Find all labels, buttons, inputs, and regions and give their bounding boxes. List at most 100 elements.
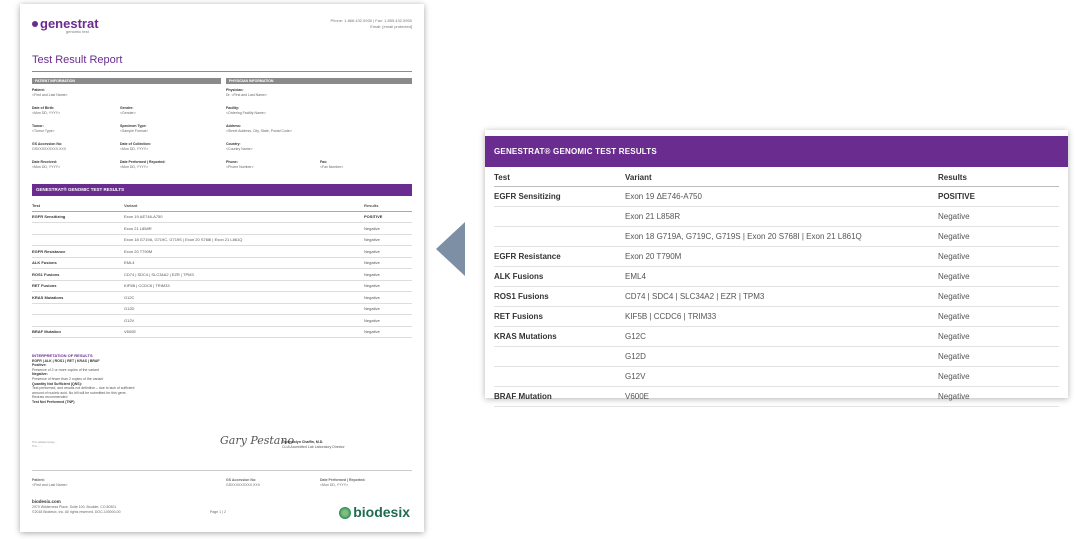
cell-result: Negative [364, 329, 380, 335]
report-page: genestrat genomic test Phone: 1.866.432.… [20, 4, 424, 532]
interpretation-block: INTERPRETATION OF RESULTS EGFR | ALK | R… [32, 353, 232, 405]
table-row: BRAF Mutation V600E Negative [494, 387, 1059, 407]
signer-title: CLIA Accredited Lab Laboratory Director [282, 445, 345, 449]
cell-variant: G12V [625, 372, 646, 381]
physician-field: Facility: <Ordering Facility Name> [226, 106, 266, 115]
cell-variant: Exon 18 G719A, G719C, G719S | Exon 20 S7… [625, 232, 862, 241]
physician-field: Fax: <Fax Number> [320, 160, 344, 169]
cell-result: Negative [364, 317, 380, 323]
cell-test: ALK Fusions [494, 272, 544, 281]
footer-field: Patient: <First and Last Name> [32, 478, 68, 487]
results-table-header: Test Variant Results [494, 168, 1059, 187]
fine-print-line: This ... ... [32, 445, 43, 448]
table-row: EGFR Sensitizing Exon 19 ΔE746-A750 POSITI… [494, 187, 1059, 207]
patient-field: Date Received: <Mon DD, YYYY> [32, 160, 61, 169]
cell-variant: Exon 21 L858R [124, 225, 152, 231]
cell-result: Negative [364, 294, 380, 300]
results-card: GENESTRAT® GENOMIC TEST RESULTS Test Var… [485, 130, 1068, 407]
patient-field: Date Performed | Reported: <Mon DD, YYYY> [120, 160, 166, 169]
website-link[interactable]: biodesix.com [32, 499, 61, 504]
column-header-results: Results [938, 172, 967, 182]
biodesix-logo: biodesix [339, 504, 410, 520]
cell-variant: G12V [124, 317, 135, 323]
patient-field: Specimen Type: <Sample Format> [120, 124, 149, 133]
biodesix-leaf-icon [339, 507, 352, 520]
physician-field: Country: <Country Name> [226, 142, 253, 151]
column-header-test: Test [494, 172, 510, 182]
table-row: G12D Negative [494, 347, 1059, 367]
table-row: Exon 21 L858R Negative [494, 207, 1059, 227]
cell-variant: Exon 21 L858R [625, 212, 681, 221]
cell-result: Negative [364, 306, 380, 312]
table-row: BRAF Mutation V600E Negative [32, 327, 412, 338]
signer-block: Gwendolyn Chaffin, M.D. CLIA Accredited … [282, 440, 345, 450]
logo-text: biodesix [353, 504, 410, 520]
table-row: EGFR Resistance Exon 20 T790M Negative [494, 247, 1059, 267]
cell-result: Negative [938, 332, 970, 341]
table-row: ROS1 Fusions CD74 | SDC4 | SLC34A2 | EZR … [32, 269, 412, 281]
contact-email: Email: [email protected] [370, 24, 412, 29]
cell-result: Negative [364, 283, 380, 289]
patient-field: Tumor: <Tumor Type> [32, 124, 55, 133]
cell-test: EGFR Sensitizing [32, 214, 66, 220]
cell-result: Negative [364, 248, 380, 254]
genestrat-dot-icon [32, 20, 38, 27]
cell-test: ROS1 Fusions [494, 292, 549, 301]
results-table: Test Variant Results EGFR Sensitizing Exo… [494, 168, 1059, 407]
mini-table-header: Test Variant Results [32, 200, 412, 212]
address-line: 2970 Wilderness Place, Suite 100, Boulde… [32, 505, 117, 509]
cell-variant: CD74 | SDC4 | SLC34A2 | EZR | TPM3 [625, 292, 765, 301]
cell-test: KRAS Mutations [32, 294, 64, 300]
table-row: Exon 21 L858R Negative [32, 223, 412, 235]
table-row: Exon 18 G719A, G719C, G719S | Exon 20 S7… [494, 227, 1059, 247]
cell-test: EGFR Resistance [494, 252, 561, 261]
cell-variant: CD74 | SDC4 | SLC34A2 | EZR | TPM3 [124, 271, 194, 277]
cell-variant: V600E [124, 329, 137, 335]
interpretation-line: Test Not Performed (TNP) [32, 399, 75, 404]
patient-field: GS Accession No: GSXXXXXXXXX.XXX [32, 142, 67, 151]
cell-variant: Exon 19 ΔE746-A750 [625, 192, 702, 201]
cell-result: POSITIVE [938, 192, 975, 201]
cell-variant: Exon 20 T790M [124, 248, 153, 254]
table-row: ALK Fusions EML4 Negative [494, 267, 1059, 287]
cell-test: ROS1 Fusions [32, 271, 60, 277]
cell-variant: V600E [625, 392, 650, 401]
footer-divider [32, 470, 412, 471]
copyright: ©2018 Biodesix, Inc. All rights reserved… [32, 510, 121, 514]
cell-test: EGFR Resistance [32, 248, 66, 254]
table-row: Exon 18 G719A, G719C, G719S | Exon 20 S7… [32, 235, 412, 246]
cell-variant: G12D [124, 306, 135, 312]
left-arrow-icon [436, 222, 465, 276]
table-row: KRAS Mutations G12C Negative [32, 292, 412, 304]
cell-variant: EML4 [124, 260, 135, 266]
cell-test: ALK Fusions [32, 260, 57, 266]
cell-result: Negative [364, 225, 380, 231]
cell-variant: G12D [625, 352, 646, 361]
physician-section-header: PHYSICIAN INFORMATION [226, 78, 412, 84]
cell-result: Negative [938, 272, 970, 281]
table-row: ALK Fusions EML4 Negative [32, 258, 412, 269]
mini-results-table: Test Variant Results EGFR Sensitizing Exon … [32, 200, 412, 338]
genestrat-logo: genestrat genomic test [32, 16, 99, 34]
page-number: Page 1 | 2 [210, 510, 226, 514]
table-row: EGFR Sensitizing Exon 19 ΔE746-A750 POSITI… [32, 212, 412, 223]
physician-field: Physician: Dr. <First and Last Name> [226, 88, 268, 97]
patient-section-header: PATIENT INFORMATION [32, 78, 221, 84]
patient-field: Date of Collection: <Mon DD, YYYY> [120, 142, 151, 151]
cell-result: Negative [938, 372, 970, 381]
cell-result: Negative [364, 271, 380, 277]
footer-field: Date Performed | Reported: <Mon DD, YYYY> [320, 478, 366, 487]
footer-field: GS Accession No: GSXXXXXXXXX.XXX [226, 478, 261, 487]
cell-result: Negative [364, 260, 380, 266]
results-header: GENESTRAT® GENOMIC TEST RESULTS [485, 136, 1068, 167]
cell-variant: KIF5B | CCDC6 | TRIM33 [124, 283, 170, 289]
title-divider [32, 71, 412, 72]
cell-test: BRAF Mutation [494, 392, 552, 401]
cell-test: EGFR Sensitizing [494, 192, 561, 201]
cell-variant: KIF5B | CCDC6 | TRIM33 [625, 312, 717, 321]
cell-result: Negative [364, 237, 380, 243]
patient-field: Gender: <Gender> [120, 106, 136, 115]
cell-test: BRAF Mutation [32, 329, 61, 335]
cell-result: Negative [938, 352, 970, 361]
table-row: RET Fusions KIF5B | CCDC6 | TRIM33 Negativ… [32, 281, 412, 292]
